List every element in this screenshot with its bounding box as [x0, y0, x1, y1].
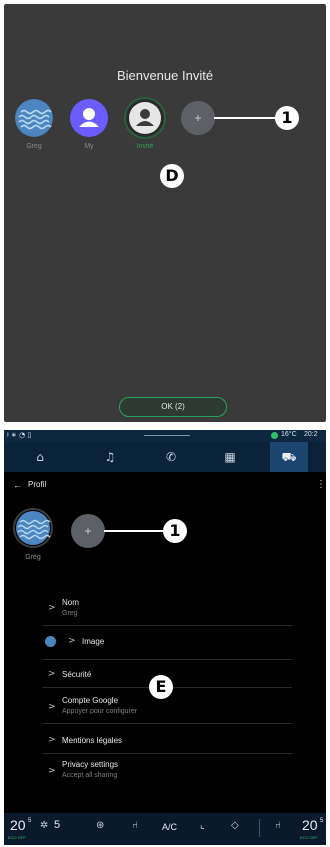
status-temp: 16°C	[281, 431, 297, 438]
row-subtitle: Greg	[62, 610, 78, 617]
climate-bar: 20 5 ECO OFF ✲ 5 ⊛ ⑁ A/C ⌞ ◇ ⑁ 20 5 ECO …	[4, 813, 326, 845]
fan-level: 5	[54, 819, 61, 831]
back-button[interactable]: ←	[13, 480, 22, 490]
apps-icon[interactable]: ▦	[220, 448, 240, 466]
nav-bar: ⌂ ♫ ✆ ▦ ⛟	[4, 442, 326, 472]
status-time: 20:2	[304, 431, 318, 438]
profile-avatar-my[interactable]	[70, 99, 108, 137]
ac-button[interactable]: A/C	[162, 822, 177, 832]
seat-icon[interactable]: ⌞	[200, 820, 205, 831]
chevron-right-icon: >	[48, 603, 56, 613]
callout-1: 1	[163, 519, 187, 543]
eco-left: ECO OFF	[8, 835, 26, 840]
music-icon[interactable]: ♫	[100, 448, 120, 466]
chevron-right-icon: >	[48, 669, 56, 679]
settings-row-privacy[interactable]: > Privacy settings Accept all sharing	[42, 756, 292, 788]
eco-right: ECO OFF	[300, 835, 318, 840]
temp-left-fraction: 5	[28, 818, 32, 824]
add-profile-button[interactable]: +	[181, 101, 215, 135]
temp-right[interactable]: 20	[302, 817, 318, 833]
row-title: Sécurité	[62, 670, 92, 679]
row-title: Nom	[62, 598, 79, 607]
profile-avatar[interactable]	[13, 508, 53, 548]
temp-left[interactable]: 20	[10, 817, 26, 833]
status-icons: ⟊ ∗ ◔ ▯	[7, 431, 32, 439]
image-thumbnail-icon	[45, 636, 56, 647]
row-title: Mentions légales	[62, 736, 123, 745]
wave-pattern-icon	[16, 511, 51, 545]
chevron-right-icon: >	[48, 702, 56, 712]
row-title: Image	[82, 637, 105, 646]
person-icon	[79, 108, 99, 127]
menu-button[interactable]: ⋮	[316, 479, 326, 490]
steering-heat-icon[interactable]: ⊛	[96, 820, 104, 831]
row-title: Privacy settings	[62, 760, 119, 769]
callout-1: 1	[275, 106, 299, 130]
chevron-right-icon: >	[48, 766, 56, 776]
fan-icon[interactable]: ✲	[40, 820, 48, 831]
seat-heat-right-icon[interactable]: ⑁	[275, 820, 281, 831]
chevron-right-icon: >	[48, 735, 56, 745]
settings-row-image[interactable]: > Image	[42, 628, 292, 660]
row-title: Compte Google	[62, 696, 119, 705]
add-profile-button[interactable]: +	[71, 514, 105, 548]
callout-d: D	[160, 164, 184, 188]
callout-line	[104, 530, 164, 532]
row-subtitle: Accept all sharing	[62, 772, 118, 779]
page-title: Profil	[28, 480, 47, 489]
phone-icon[interactable]: ✆	[161, 448, 181, 466]
callout-line	[214, 117, 276, 119]
profile-label-my: My	[84, 143, 94, 150]
settings-row-name[interactable]: > Nom Greg	[42, 594, 292, 626]
callout-e: E	[149, 675, 173, 699]
status-dot-icon	[271, 432, 278, 439]
settings-row-legal[interactable]: > Mentions légales	[42, 728, 292, 754]
status-bar: ⟊ ∗ ◔ ▯ 16°C 20:2	[4, 430, 326, 442]
ok-button[interactable]: OK (2)	[119, 397, 227, 417]
profile-avatar-guest[interactable]	[124, 97, 166, 139]
divider	[259, 819, 260, 837]
row-subtitle: Appuyer pour configurer	[62, 708, 138, 715]
profile-name-label: Greg	[25, 554, 41, 561]
drag-handle[interactable]	[144, 435, 190, 436]
seat-heat-icon[interactable]: ⑁	[132, 820, 138, 831]
person-icon	[129, 102, 161, 134]
welcome-screen: Bienvenue Invité Greg My Invité + 1 D OK…	[4, 4, 326, 422]
welcome-title: Bienvenue Invité	[116, 68, 214, 83]
profile-label-greg: Greg	[26, 143, 42, 150]
chevron-right-icon: >	[68, 636, 76, 646]
defrost-icon[interactable]: ◇	[231, 820, 239, 831]
profile-avatar-greg[interactable]	[15, 99, 53, 137]
profile-settings-screen: ⟊ ∗ ◔ ▯ 16°C 20:2 ⌂ ♫ ✆ ▦ ⛟ ← Profil ⋮ G…	[4, 430, 326, 845]
temp-right-fraction: 5	[320, 818, 324, 824]
car-icon[interactable]: ⛟	[279, 448, 299, 466]
profile-label-guest: Invité	[136, 143, 154, 150]
wave-pattern-icon	[16, 100, 52, 136]
home-icon[interactable]: ⌂	[30, 448, 50, 466]
